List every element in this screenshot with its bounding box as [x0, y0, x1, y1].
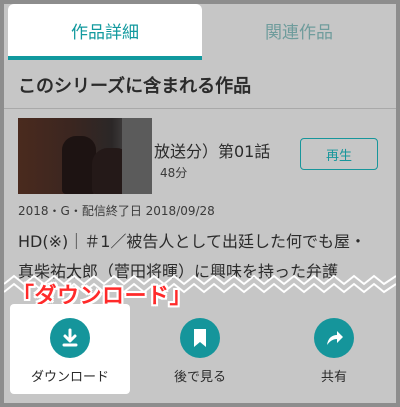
bookmark-icon [180, 318, 220, 358]
detail-panel: 作品詳細 関連作品 このシリーズに含まれる作品 放送分）第01話 48分 再生 … [4, 4, 396, 403]
action-bar: ダウンロード 後で見る 共有 [4, 304, 396, 403]
download-icon [50, 318, 90, 358]
share-button[interactable]: 共有 [274, 304, 394, 394]
download-button[interactable]: ダウンロード [10, 304, 130, 394]
screen-frame: 作品詳細 関連作品 このシリーズに含まれる作品 放送分）第01話 48分 再生 … [0, 0, 400, 407]
section-title: このシリーズに含まれる作品 [18, 76, 252, 97]
episode-meta: 2018・G・配信終了日 2018/09/28 [18, 204, 215, 218]
watch-later-button[interactable]: 後で見る [140, 304, 260, 394]
episode-title: 放送分）第01話 [154, 142, 271, 161]
watch-later-label: 後で見る [173, 370, 226, 385]
tab-details[interactable]: 作品詳細 [8, 4, 202, 60]
tab-related[interactable]: 関連作品 [202, 4, 396, 56]
share-label: 共有 [320, 370, 347, 385]
description-line: HD(※)｜＃1／被告人として出廷した何でも屋・ [18, 232, 366, 251]
tab-bar: 作品詳細 関連作品 [4, 4, 396, 60]
episode-duration: 48分 [160, 166, 188, 180]
episode-thumbnail[interactable] [18, 118, 152, 194]
download-label: ダウンロード [30, 370, 109, 385]
share-icon [314, 318, 354, 358]
play-button[interactable]: 再生 [300, 138, 378, 170]
divider [4, 108, 396, 109]
